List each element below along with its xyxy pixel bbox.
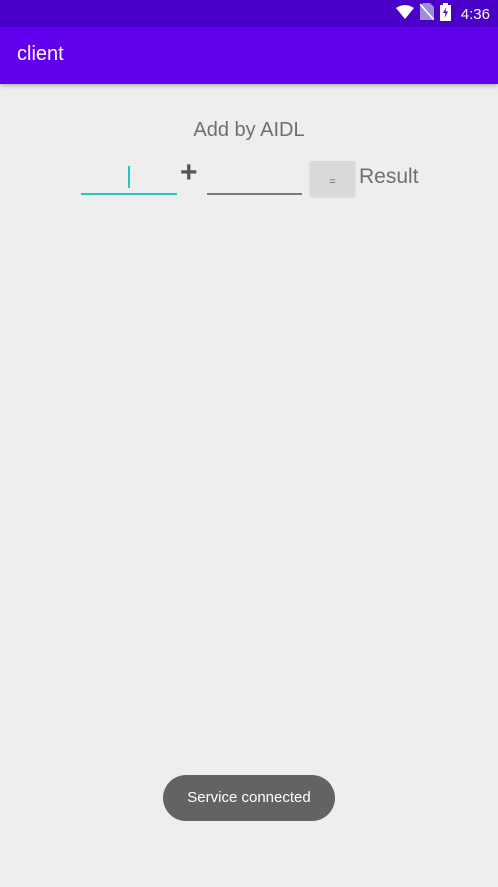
page-heading: Add by AIDL — [193, 119, 305, 141]
second-operand-underline — [207, 193, 302, 195]
screen: 4:36 client Add by AIDL + = Result Servi… — [0, 0, 498, 887]
result-label: Result — [359, 165, 419, 188]
wifi-icon — [395, 4, 414, 24]
app-bar: client — [0, 27, 498, 84]
toast-message: Service connected — [163, 775, 335, 821]
first-operand-input[interactable] — [81, 156, 177, 196]
equals-button[interactable]: = — [310, 161, 355, 196]
text-cursor — [128, 166, 130, 188]
no-sim-icon — [419, 3, 435, 25]
second-operand-input[interactable] — [207, 156, 302, 196]
battery-charging-icon — [439, 2, 451, 26]
addition-row: + = Result — [0, 156, 498, 200]
plus-operator: + — [180, 156, 198, 189]
status-time: 4:36 — [460, 5, 490, 23]
app-title: client — [17, 43, 64, 65]
status-bar: 4:36 — [0, 0, 498, 27]
status-icons: 4:36 — [395, 2, 490, 26]
first-operand-underline — [81, 193, 177, 195]
